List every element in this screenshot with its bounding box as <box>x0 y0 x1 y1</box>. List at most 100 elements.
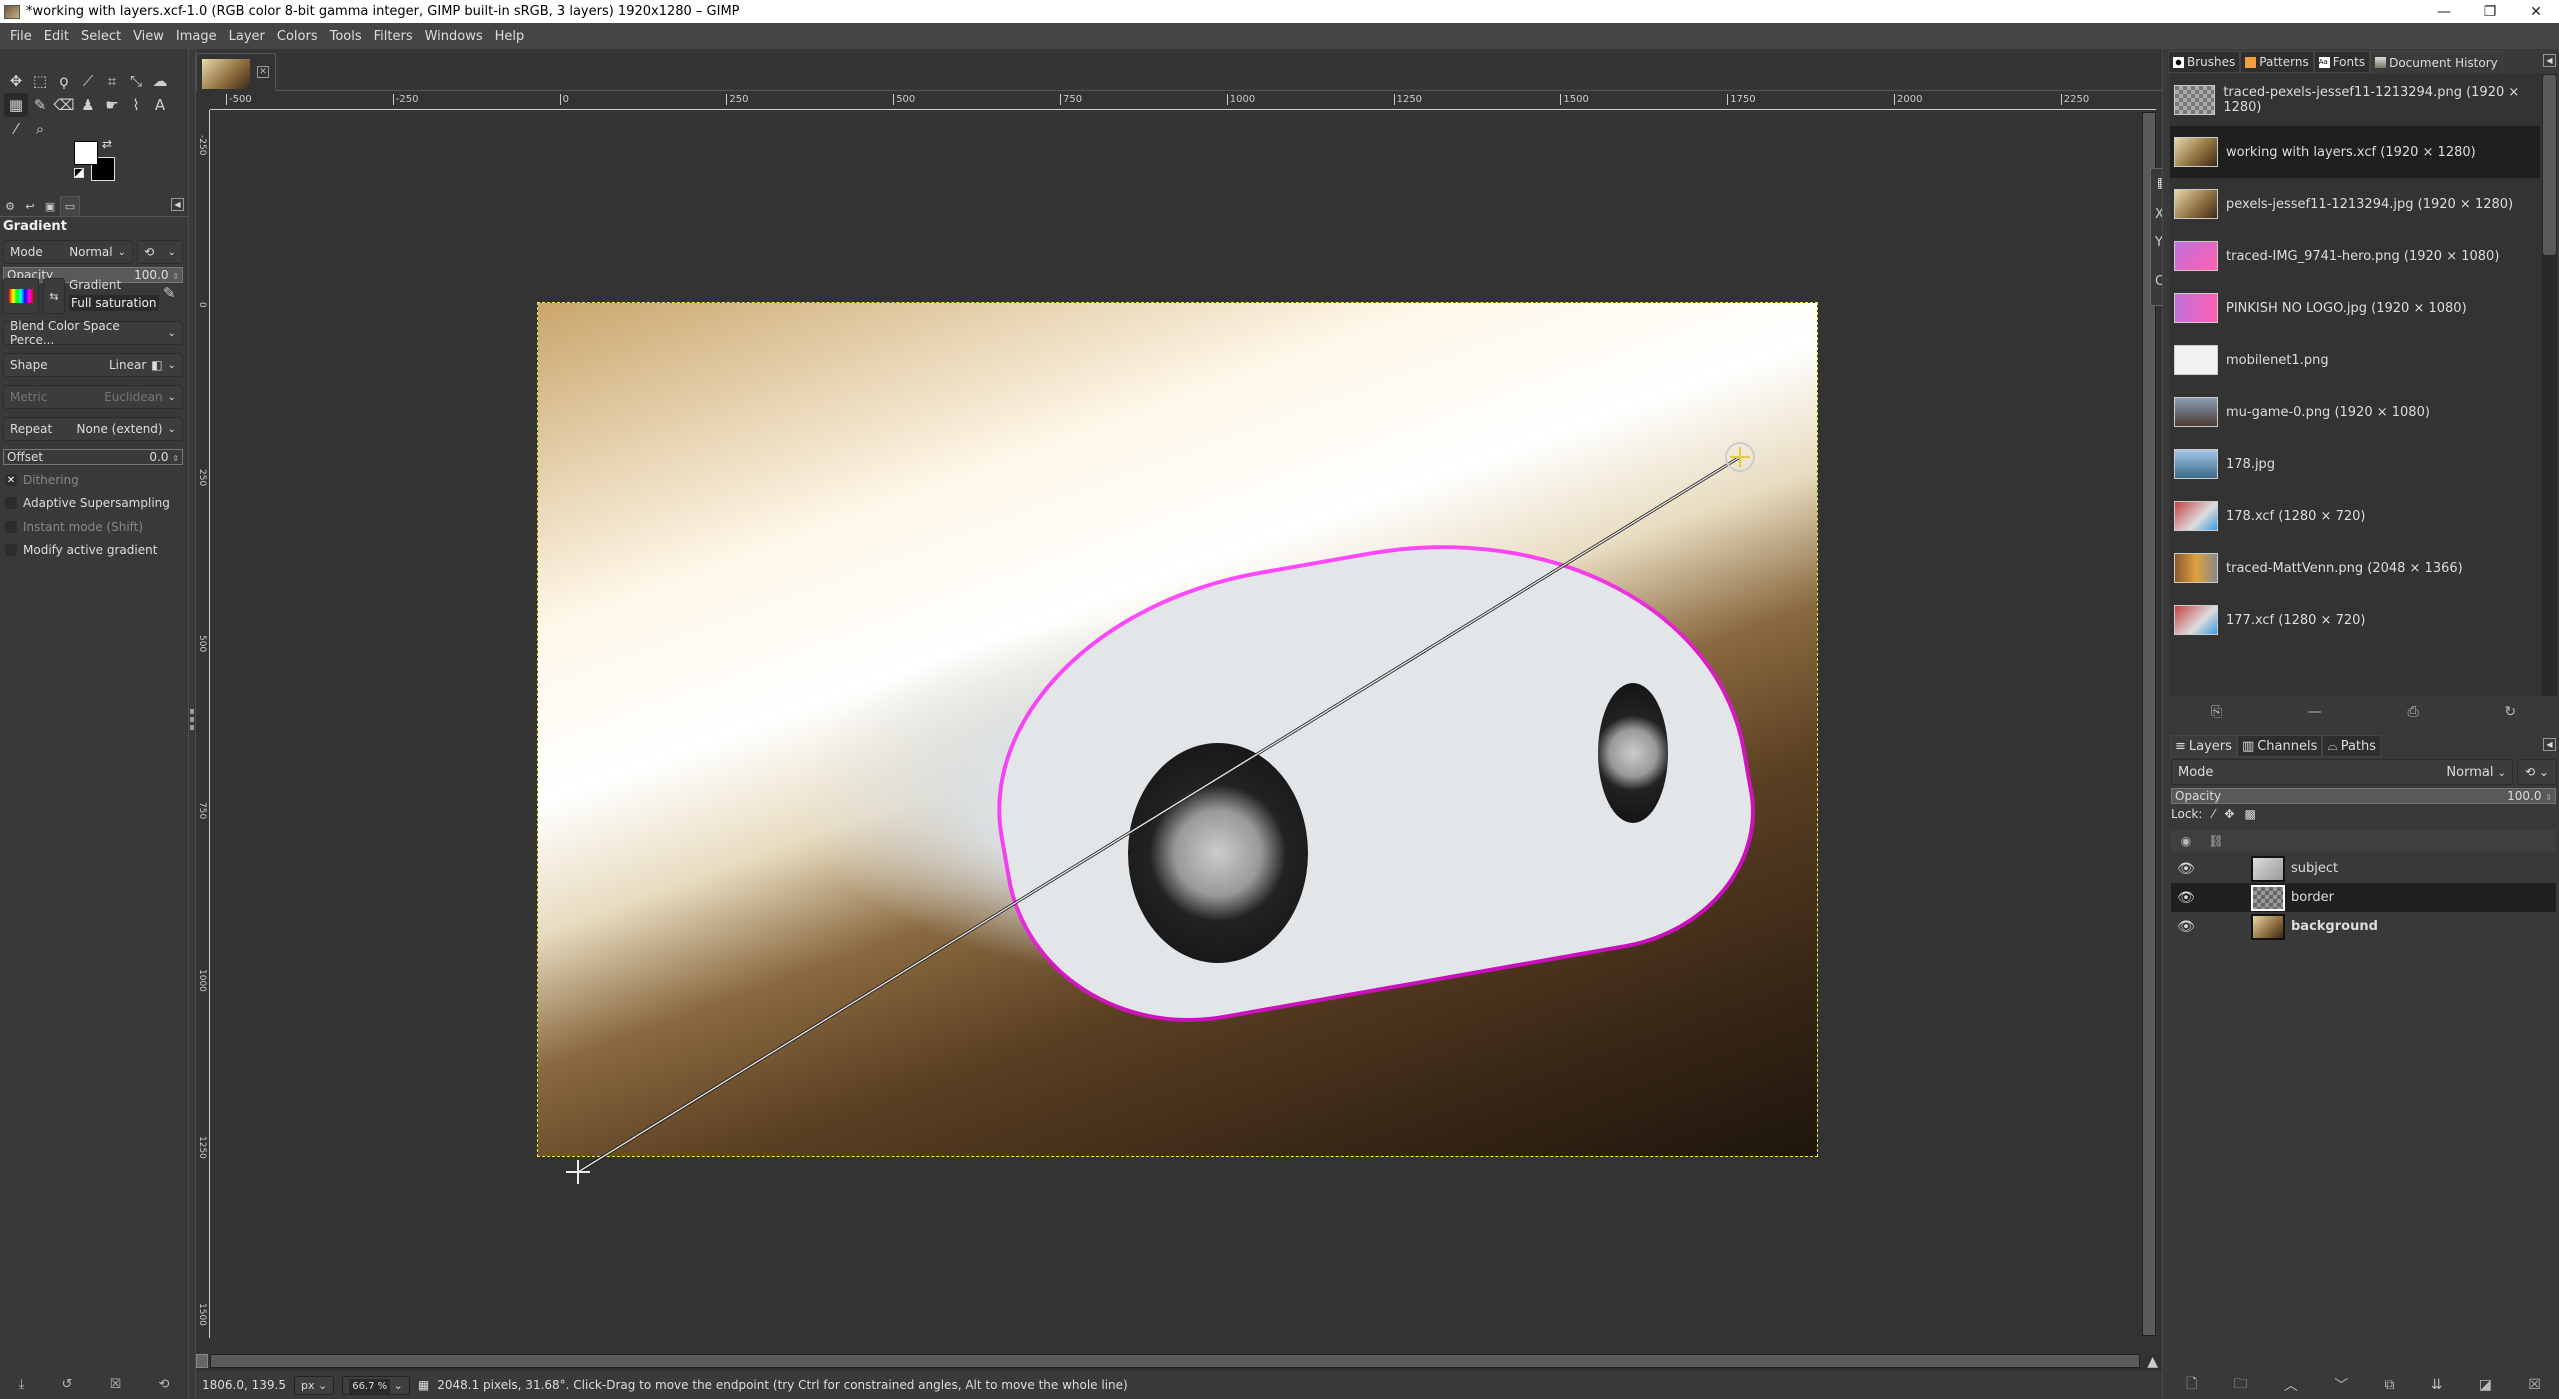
layer-row[interactable]: 👁 subject <box>2171 854 2556 883</box>
shape-select[interactable]: Shape Linear ◧ ⌄ <box>3 353 183 377</box>
new-layer-group-icon[interactable]: 🗀 <box>2234 1373 2248 1397</box>
rect-select-tool-icon[interactable]: ⬚ <box>28 69 52 93</box>
menu-help[interactable]: Help <box>489 29 531 44</box>
horizontal-ruler[interactable]: -500 -250 0 250 500 750 1000 1250 1500 1750 2000 22… <box>210 93 2156 110</box>
undo-history-tab-icon[interactable]: ↩ <box>20 196 40 216</box>
clone-tool-icon[interactable]: ♟ <box>76 93 100 117</box>
visibility-eye-icon[interactable]: 👁 <box>2171 861 2201 877</box>
tab-menu-icon[interactable]: ◀ <box>2543 738 2556 751</box>
menu-colors[interactable]: Colors <box>271 29 324 44</box>
tab-document-history[interactable]: Document History <box>2370 51 2503 73</box>
delete-layer-icon[interactable]: ☒ <box>2528 1377 2541 1393</box>
canvas[interactable] <box>210 110 2142 1338</box>
menu-edit[interactable]: Edit <box>38 29 75 44</box>
horizontal-scrollbar[interactable] <box>210 1354 2140 1368</box>
layer-mode-select[interactable]: Mode Normal ⌄ <box>2171 759 2513 785</box>
tool-options-tab-icon[interactable]: ⚙ <box>0 196 20 216</box>
menu-view[interactable]: View <box>127 29 170 44</box>
free-select-tool-icon[interactable]: ϙ <box>52 69 76 93</box>
history-item[interactable]: 178.jpg <box>2170 438 2540 490</box>
history-item[interactable]: traced-pexels-jessef11-1213294.png (1920… <box>2170 74 2540 126</box>
device-status-tab-icon[interactable]: ▭ <box>60 196 80 216</box>
color-picker-tool-icon[interactable]: ⁄ <box>4 117 28 141</box>
spin-arrows-icon[interactable]: ⇕ <box>172 454 179 463</box>
delete-options-icon[interactable]: ☒ <box>110 1377 122 1392</box>
refresh-icon[interactable]: ↻ <box>2504 704 2516 720</box>
history-scrollbar-thumb[interactable] <box>2543 75 2556 255</box>
images-tab-icon[interactable]: ▣ <box>40 196 60 216</box>
instant-mode-checkbox[interactable]: Instant mode (Shift) <box>5 520 143 534</box>
gradient-swatch-button[interactable] <box>3 278 39 314</box>
lock-position-icon[interactable]: ✥ <box>2224 807 2234 821</box>
tab-patterns[interactable]: Patterns <box>2240 51 2314 73</box>
zoom-select[interactable]: 66.7 % ⌄ <box>342 1375 410 1395</box>
composite-mode-select[interactable]: ⟲ ⌄ <box>137 240 183 264</box>
smudge-tool-icon[interactable]: ☛ <box>100 93 124 117</box>
menu-windows[interactable]: Windows <box>419 29 489 44</box>
fuzzy-select-tool-icon[interactable]: ⟋ <box>76 69 100 93</box>
tab-menu-icon[interactable]: ◀ <box>171 198 184 211</box>
tab-fonts[interactable]: Aa Fonts <box>2313 51 2371 73</box>
metric-select[interactable]: Metric Euclidean ⌄ <box>3 385 183 409</box>
history-item[interactable]: pexels-jessef11-1213294.jpg (1920 × 1280… <box>2170 178 2540 230</box>
history-item[interactable]: mu-game-0.png (1920 × 1080) <box>2170 386 2540 438</box>
lower-layer-icon[interactable]: ﹀ <box>2334 1375 2348 1395</box>
new-layer-icon[interactable]: 🗋 <box>2186 1373 2197 1397</box>
merge-layer-icon[interactable]: ⇊ <box>2431 1377 2443 1393</box>
layer-row[interactable]: 👁 background <box>2171 912 2556 941</box>
edit-gradient-icon[interactable]: ✎ <box>163 284 176 302</box>
eraser-tool-icon[interactable]: ⌫ <box>52 93 76 117</box>
text-tool-icon[interactable]: A <box>148 93 172 117</box>
menu-layer[interactable]: Layer <box>223 29 271 44</box>
blend-color-space-select[interactable]: Blend Color Space Perce... ⌄ <box>3 319 183 347</box>
layer-opacity-slider[interactable]: Opacity 100.0 ⇕ <box>2171 788 2556 804</box>
tab-brushes[interactable]: Brushes <box>2168 51 2241 73</box>
close-tab-icon[interactable]: ✕ <box>257 66 269 78</box>
image-tab[interactable]: ✕ <box>196 53 276 91</box>
history-item[interactable]: traced-IMG_9741-hero.png (1920 × 1080) <box>2170 230 2540 282</box>
history-item[interactable]: 178.xcf (1280 × 720) <box>2170 490 2540 542</box>
gradient-tool-icon[interactable]: ▦ <box>4 93 28 117</box>
tab-channels[interactable]: ▥ Channels <box>2236 735 2323 757</box>
raise-layer-icon[interactable]: ︿ <box>2284 1375 2298 1395</box>
paintbrush-tool-icon[interactable]: ✎ <box>28 93 52 117</box>
visibility-eye-icon[interactable]: 👁 <box>2171 890 2201 906</box>
adaptive-supersampling-checkbox[interactable]: Adaptive Supersampling <box>5 496 170 510</box>
tab-menu-icon[interactable]: ◀ <box>2543 54 2556 67</box>
tab-paths[interactable]: ⌓ Paths <box>2322 735 2382 757</box>
menu-tools[interactable]: Tools <box>324 29 368 44</box>
menu-filters[interactable]: Filters <box>368 29 419 44</box>
end-point-handle[interactable] <box>1725 442 1755 472</box>
quick-mask-toggle[interactable] <box>196 1354 208 1368</box>
layer-row[interactable]: 👁 border <box>2171 883 2556 912</box>
remove-entry-icon[interactable]: — <box>2308 704 2322 720</box>
layer-composite-select[interactable]: ⟲ ⌄ <box>2517 759 2557 785</box>
crop-tool-icon[interactable]: ⌗ <box>100 69 124 93</box>
visibility-eye-icon[interactable]: 👁 <box>2171 919 2201 935</box>
reset-options-icon[interactable]: ⟲ <box>158 1377 169 1392</box>
restore-options-icon[interactable]: ↺ <box>62 1377 73 1392</box>
move-tool-icon[interactable]: ✥ <box>4 69 28 93</box>
history-item[interactable]: PINKISH NO LOGO.jpg (1920 × 1080) <box>2170 282 2540 334</box>
start-point-handle[interactable] <box>566 1160 590 1184</box>
dock-separator-left[interactable] <box>188 49 196 1399</box>
paths-tool-icon[interactable]: ⌇ <box>124 93 148 117</box>
lock-pixels-icon[interactable]: ⁄ <box>2212 807 2214 821</box>
foreground-color-swatch[interactable] <box>74 141 98 165</box>
default-colors-icon[interactable] <box>74 168 84 178</box>
history-item[interactable]: working with layers.xcf (1920 × 1280) <box>2170 126 2540 178</box>
unified-transform-tool-icon[interactable]: ⤡ <box>124 69 148 93</box>
mode-select[interactable]: Mode Normal ⌄ <box>3 240 133 264</box>
swap-colors-icon[interactable]: ⇄ <box>102 137 112 151</box>
zoom-value[interactable]: 66.7 % <box>349 1378 391 1394</box>
gradient-line[interactable] <box>577 456 1741 1173</box>
history-item[interactable]: 177.xcf (1280 × 720) <box>2170 594 2540 646</box>
warp-transform-tool-icon[interactable]: ☁ <box>148 69 172 93</box>
menu-select[interactable]: Select <box>75 29 127 44</box>
menu-file[interactable]: File <box>4 29 38 44</box>
dithering-checkbox[interactable]: ✕ Dithering <box>5 473 79 487</box>
duplicate-layer-icon[interactable]: ⧉ <box>2384 1377 2394 1393</box>
history-item[interactable]: mobilenet1.png <box>2170 334 2540 386</box>
save-options-icon[interactable]: ⤓ <box>19 1377 25 1392</box>
reverse-gradient-button[interactable]: ⇆ <box>43 278 65 314</box>
